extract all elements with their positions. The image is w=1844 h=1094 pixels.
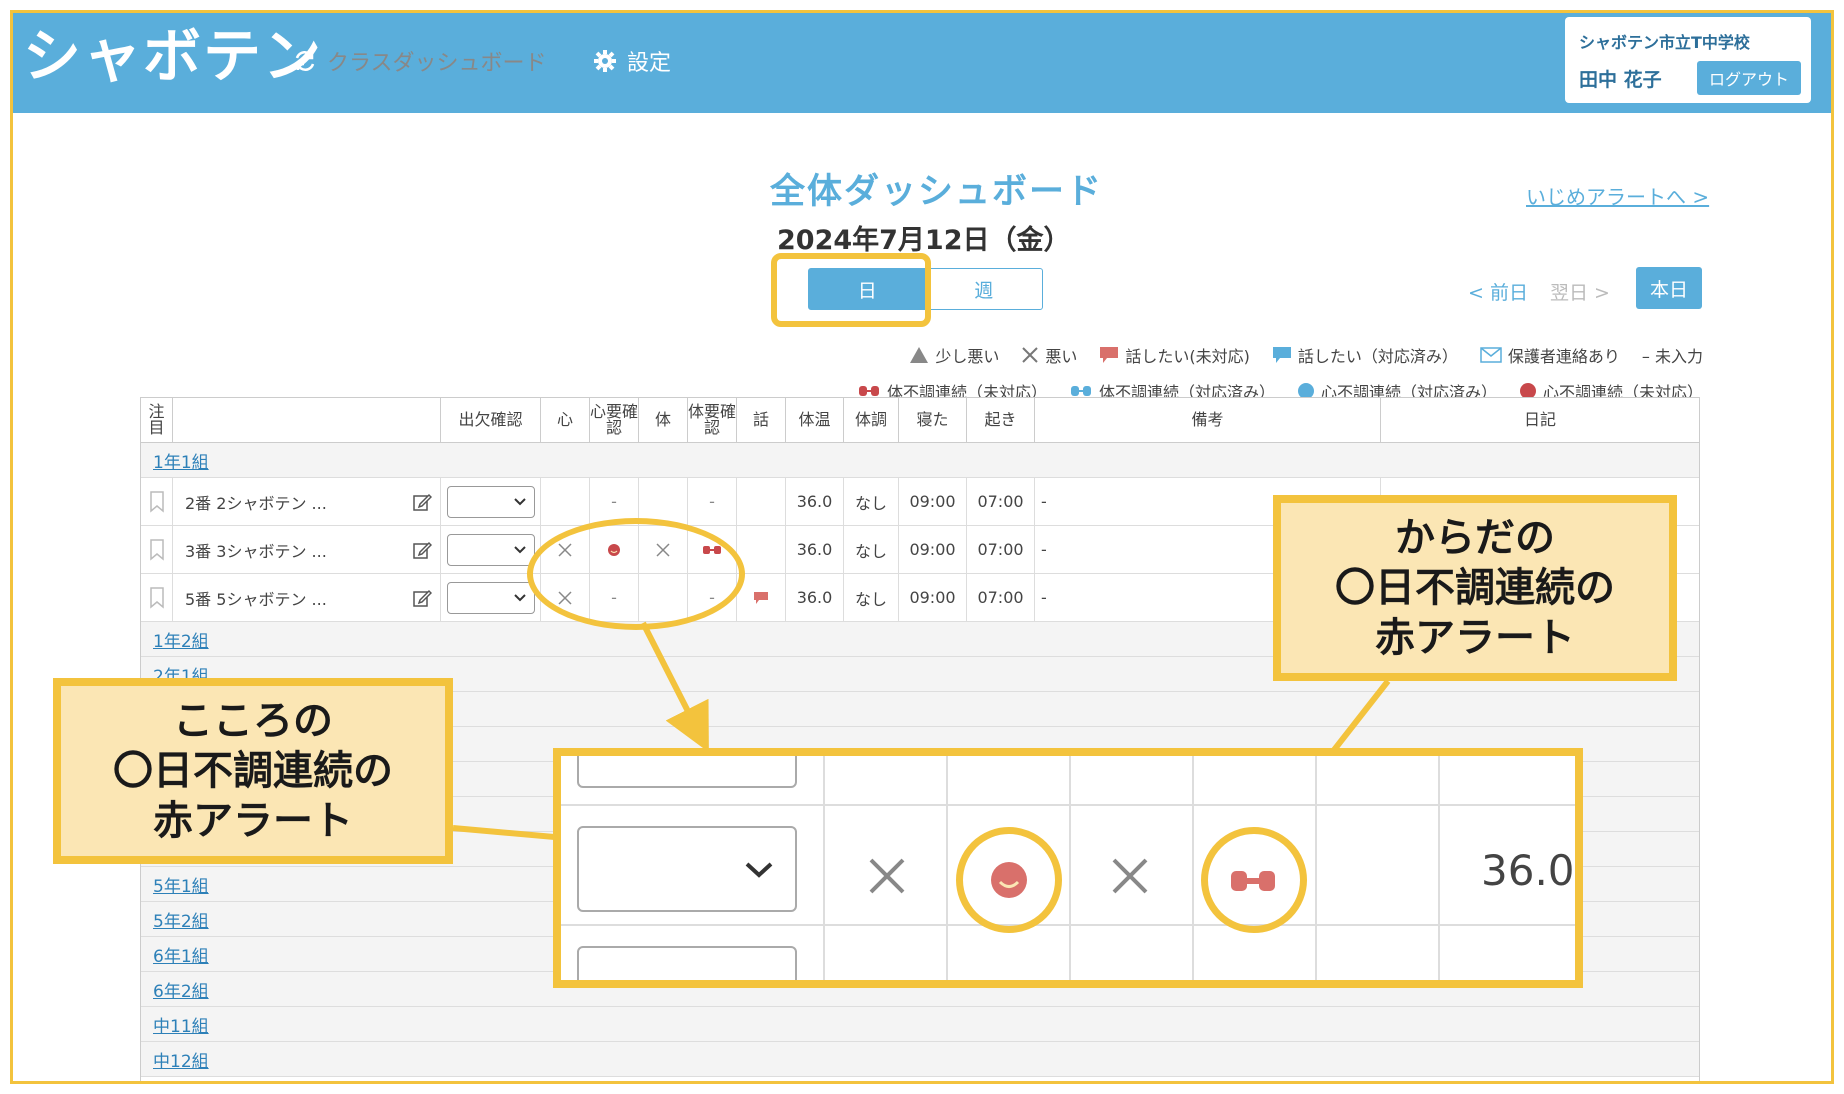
zoom-cell-divider — [823, 756, 825, 980]
callout-line: 〇日不調連続の — [1335, 565, 1615, 611]
cross-icon — [869, 858, 905, 894]
body-alert-callout: からだの 〇日不調連続の 赤アラート — [1273, 495, 1677, 681]
mind-alert-callout: こころの 〇日不調連続の 赤アラート — [53, 678, 453, 864]
callout-line: 赤アラート — [153, 798, 353, 844]
zoom-cell-divider — [1438, 756, 1440, 980]
zoom-row-divider — [561, 924, 1575, 926]
zoom-select — [577, 826, 797, 912]
zoomed-inset: 36.0 — [553, 748, 1583, 988]
callout-line: 赤アラート — [1375, 615, 1575, 661]
mind-alert-highlight — [956, 827, 1062, 933]
chevron-down-icon — [745, 862, 773, 878]
cross-icon — [1112, 858, 1148, 894]
zoom-cell-divider — [1315, 756, 1317, 980]
zoom-cell-divider — [1192, 756, 1194, 980]
body-alert-highlight — [1201, 827, 1307, 933]
zoom-cell-divider — [946, 756, 948, 980]
callout-line: こころの — [173, 698, 333, 744]
zoom-row-divider — [561, 804, 1575, 806]
zoom-cell-divider — [1069, 756, 1071, 980]
zoom-temp: 36.0 — [1481, 846, 1575, 895]
screenshot-frame: シャボテン クラスダッシュボード 設定 シャボテン市立T中学校 田中 花子 ログ… — [10, 10, 1834, 1084]
callout-line: 〇日不調連続の — [113, 748, 393, 794]
zoom-select — [577, 946, 797, 980]
zoom-select — [577, 756, 797, 788]
callout-line: からだの — [1395, 515, 1555, 561]
